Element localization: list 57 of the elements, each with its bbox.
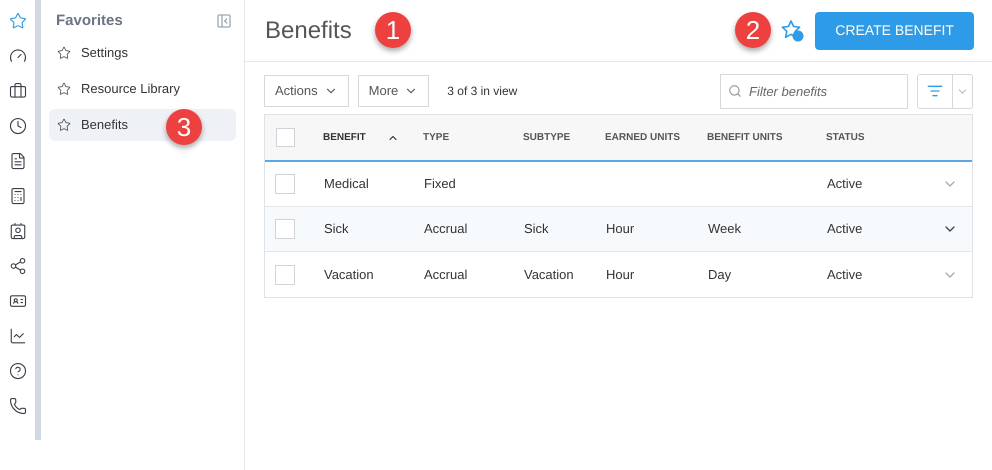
- table-cell: Fixed: [424, 176, 456, 192]
- table-cell: Medical: [324, 176, 369, 192]
- column-header[interactable]: BENEFIT UNITS: [707, 130, 783, 145]
- column-header[interactable]: TYPE: [423, 130, 450, 145]
- calculator-icon[interactable]: [8, 187, 26, 205]
- gauge-icon[interactable]: [8, 47, 26, 65]
- search-icon: [728, 84, 742, 98]
- column-header[interactable]: STATUS: [826, 130, 865, 145]
- view-count: 3 of 3 in view: [447, 83, 518, 100]
- column-header[interactable]: BENEFIT: [323, 130, 366, 145]
- row-checkbox[interactable]: [275, 174, 295, 194]
- help-icon[interactable]: [8, 362, 26, 380]
- table-cell: Accrual: [424, 221, 468, 236]
- filter-icon: [927, 83, 943, 99]
- table-cell: Active: [827, 221, 862, 236]
- actions-dropdown[interactable]: Actions: [264, 75, 349, 107]
- table-cell: Hour: [606, 221, 634, 236]
- document-icon[interactable]: [8, 152, 26, 170]
- badge-icon[interactable]: [8, 222, 26, 240]
- table-cell: Sick: [524, 221, 549, 236]
- star-icon: [57, 46, 71, 60]
- briefcase-icon[interactable]: [8, 82, 26, 100]
- callout-tooltip: 1: [375, 12, 411, 48]
- star-icon: [57, 82, 71, 96]
- table-cell: Active: [827, 266, 862, 282]
- more-dropdown[interactable]: More: [358, 75, 430, 107]
- table-cell: Accrual: [424, 266, 468, 282]
- row-checkbox[interactable]: [275, 219, 295, 239]
- table-row[interactable]: Sick Accrual Sick Hour Week Active: [265, 207, 972, 252]
- table-cell: Week: [708, 221, 741, 236]
- star-icon: [57, 118, 71, 132]
- favorite-item[interactable]: Resource Library: [49, 72, 236, 104]
- star-icon[interactable]: [8, 12, 26, 30]
- favorite-label: Settings: [81, 44, 128, 62]
- select-all-checkbox[interactable]: [276, 128, 294, 147]
- table-cell: Hour: [606, 266, 634, 282]
- column-header[interactable]: SUBTYPE: [523, 130, 570, 145]
- favorite-label: Resource Library: [81, 80, 180, 98]
- column-header[interactable]: EARNED UNITS: [605, 130, 680, 145]
- chart-icon[interactable]: [8, 327, 26, 345]
- page-title: Benefits: [265, 16, 352, 46]
- clock-icon[interactable]: [8, 117, 26, 135]
- favorite-star-icon[interactable]: [781, 18, 806, 42]
- callout-tooltip: 2: [735, 12, 771, 48]
- favorite-item[interactable]: Settings: [49, 36, 236, 68]
- phone-icon[interactable]: [8, 397, 26, 415]
- filter-field[interactable]: Filter benefits: [720, 74, 908, 108]
- table-cell: Sick: [324, 221, 349, 236]
- network-icon[interactable]: [8, 257, 26, 275]
- favorites-title: Favorites: [56, 11, 123, 31]
- id-card-icon[interactable]: [8, 292, 26, 310]
- table-cell: Vacation: [324, 266, 374, 282]
- table-cell: Active: [827, 176, 862, 192]
- table-cell: Day: [708, 266, 732, 282]
- table-cell: Vacation: [524, 266, 574, 282]
- row-checkbox[interactable]: [275, 264, 295, 284]
- favorite-label: Benefits: [81, 116, 128, 134]
